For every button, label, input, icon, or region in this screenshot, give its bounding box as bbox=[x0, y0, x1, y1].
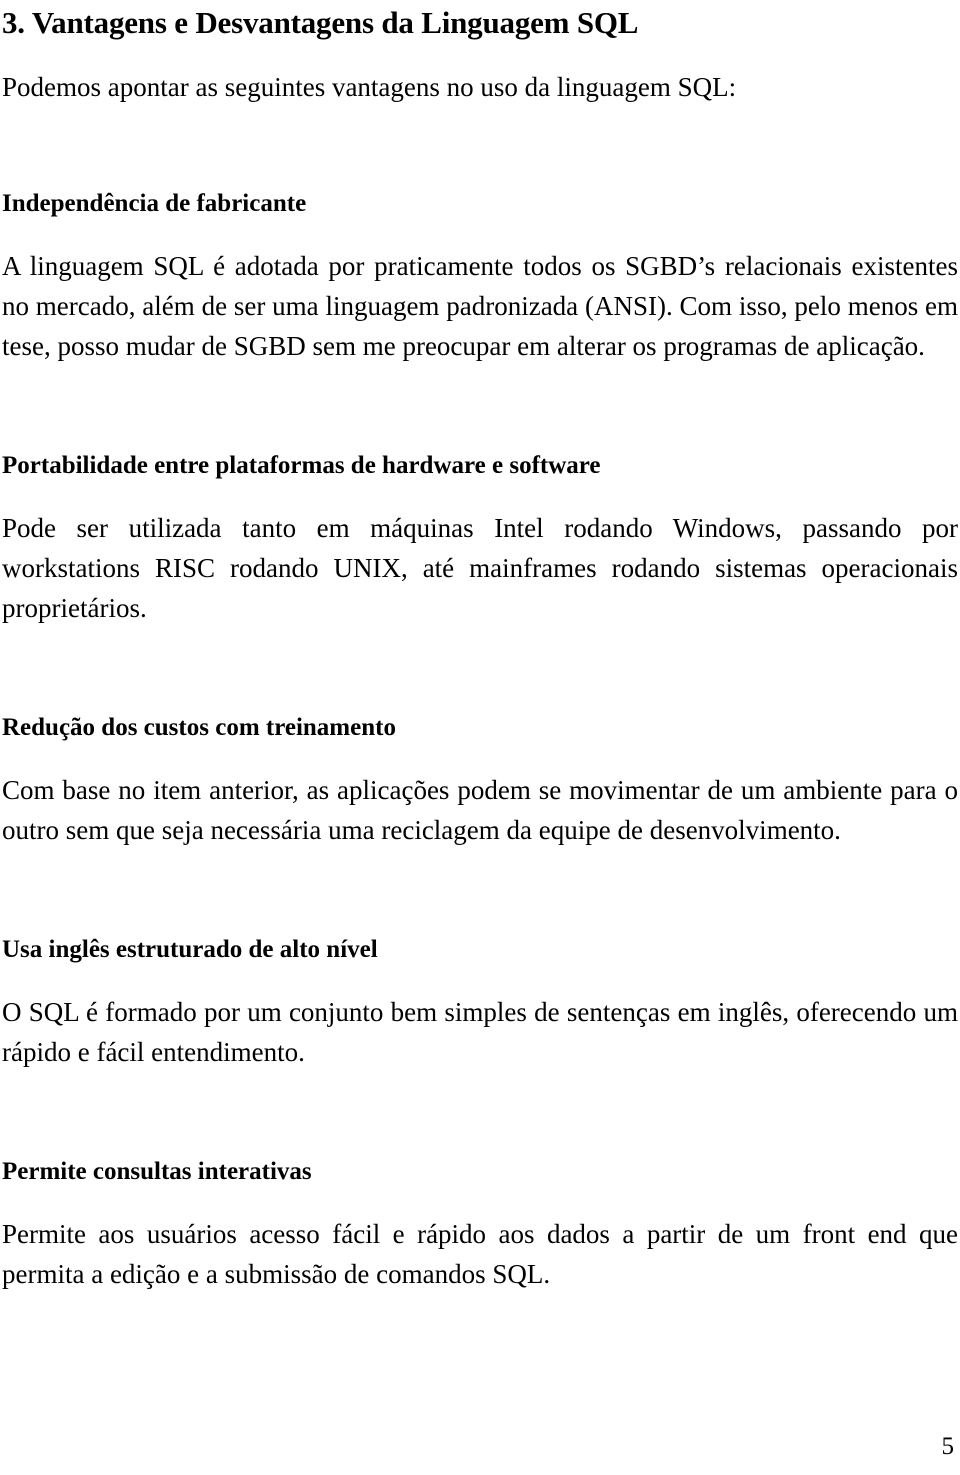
section-heading: Independência de fabricante bbox=[2, 190, 307, 217]
section-heading: Permite consultas interativas bbox=[2, 1158, 312, 1185]
section-body: O SQL é formado por um conjunto bem simp… bbox=[2, 997, 958, 1067]
section-body: Permite aos usuários acesso fácil e rápi… bbox=[2, 1219, 958, 1289]
page-title: 3. Vantagens e Desvantagens da Linguagem… bbox=[2, 5, 639, 40]
section-body: A linguagem SQL é adotada por praticamen… bbox=[2, 251, 958, 361]
section-body: Com base no item anterior, as aplicações… bbox=[2, 775, 958, 845]
section-heading: Usa inglês estruturado de alto nível bbox=[2, 936, 378, 963]
section-usa-ingles-estruturado: Usa inglês estruturado de alto nível O S… bbox=[2, 934, 958, 1072]
page-number: 5 bbox=[941, 1433, 955, 1460]
section-independencia-de-fabricante: Independência de fabricante A linguagem … bbox=[2, 188, 958, 366]
section-heading: Redução dos custos com treinamento bbox=[2, 714, 396, 741]
section-permite-consultas-interativas: Permite consultas interativas Permite ao… bbox=[2, 1156, 958, 1294]
section-reducao-dos-custos-com-treinamento: Redução dos custos com treinamento Com b… bbox=[2, 712, 958, 850]
section-body: Pode ser utilizada tanto em máquinas Int… bbox=[2, 513, 958, 623]
intro-paragraph: Podemos apontar as seguintes vantagens n… bbox=[2, 72, 737, 102]
section-portabilidade-entre-plataformas: Portabilidade entre plataformas de hardw… bbox=[2, 450, 958, 628]
document-page: 3. Vantagens e Desvantagens da Linguagem… bbox=[0, 0, 960, 1475]
section-heading: Portabilidade entre plataformas de hardw… bbox=[2, 452, 601, 479]
